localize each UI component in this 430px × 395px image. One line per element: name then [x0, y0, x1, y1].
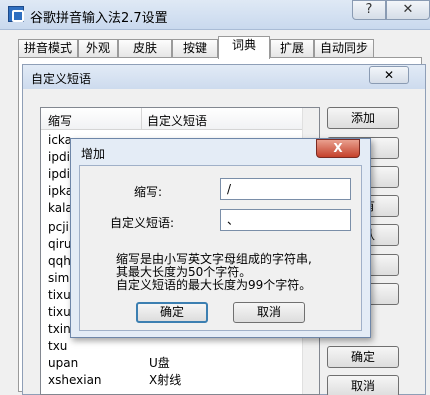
- add-dialog-cancel-button[interactable]: 取消: [233, 302, 305, 323]
- column-divider: [141, 108, 142, 130]
- tab-pinyin-mode[interactable]: 拼音模式: [18, 39, 78, 58]
- tab-dictionary[interactable]: 词典: [218, 36, 270, 59]
- add-dialog-ok-button[interactable]: 确定: [136, 302, 208, 323]
- row-abbr: upan: [48, 356, 79, 370]
- tab-auto-sync[interactable]: 自动同步: [314, 39, 374, 58]
- add-dialog-body: 缩写: / 自定义短语: 、 缩写是由小写英文字母组成的字符串, 其最大长度为5…: [79, 165, 362, 331]
- tab-skin[interactable]: 皮肤: [118, 39, 172, 58]
- custom-phrase-title-bar: 自定义短语 ✕: [23, 65, 425, 89]
- row-phrase: U盘: [149, 356, 170, 370]
- app-icon: [8, 6, 24, 22]
- help-button[interactable]: ?: [352, 0, 386, 20]
- column-header-phrase[interactable]: 自定义短语: [147, 112, 207, 129]
- add-dialog-close-button[interactable]: X: [316, 139, 360, 158]
- row-abbr: icka: [48, 133, 73, 147]
- ok-button[interactable]: 确定: [327, 346, 399, 368]
- window-title: 谷歌拼音输入法2.7设置: [30, 11, 168, 26]
- add-dialog-title-bar: 增加 X: [71, 139, 370, 165]
- table-row[interactable]: txu: [41, 338, 319, 355]
- custom-phrase-close-button[interactable]: ✕: [369, 66, 409, 84]
- row-abbr: txu: [48, 339, 68, 353]
- settings-title-bar: 谷歌拼音输入法2.7设置 ? ✕: [0, 0, 430, 30]
- abbr-input[interactable]: /: [220, 178, 351, 200]
- add-phrase-dialog: 增加 X 缩写: / 自定义短语: 、 缩写是由小写英文字母组成的字符串, 其最…: [70, 138, 371, 338]
- custom-phrase-title: 自定义短语: [31, 72, 92, 86]
- tab-keys[interactable]: 按键: [172, 39, 218, 58]
- table-row[interactable]: upan U盘: [41, 355, 319, 372]
- table-row[interactable]: xshexian X射线: [41, 372, 319, 389]
- tab-appearance[interactable]: 外观: [78, 39, 118, 58]
- list-header: 缩写 自定义短语: [41, 108, 319, 130]
- column-header-abbr[interactable]: 缩写: [48, 112, 72, 129]
- abbr-label: 缩写:: [134, 185, 163, 199]
- cancel-button[interactable]: 取消: [327, 375, 399, 395]
- phrase-label: 自定义短语:: [110, 216, 175, 230]
- row-abbr: pcji: [48, 220, 69, 234]
- tab-extensions[interactable]: 扩展: [270, 39, 314, 58]
- add-phrase-button[interactable]: 添加: [327, 107, 399, 129]
- row-phrase: X射线: [149, 373, 182, 387]
- add-dialog-title: 增加: [81, 147, 106, 161]
- note-line-3: 自定义短语的最大长度为99个字符。: [116, 278, 312, 292]
- row-abbr: xshexian: [48, 373, 102, 387]
- close-window-button[interactable]: ✕: [386, 0, 430, 20]
- row-abbr: tixu: [48, 288, 71, 302]
- phrase-input[interactable]: 、: [220, 209, 351, 231]
